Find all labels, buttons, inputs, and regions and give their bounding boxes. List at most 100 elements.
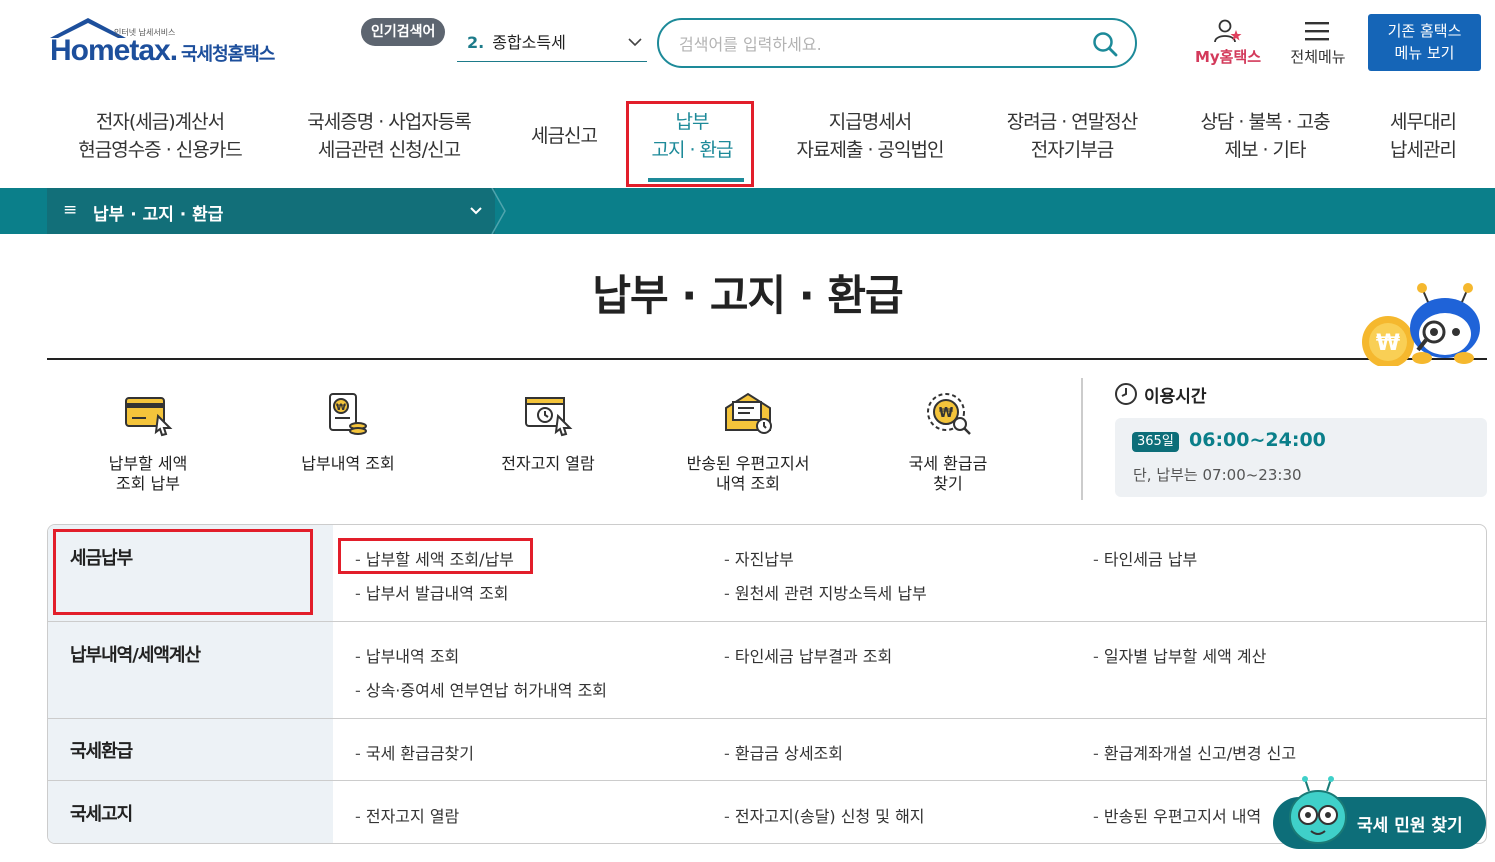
card-icon — [125, 397, 173, 437]
gnb-item-tax-return[interactable]: 세금신고 — [518, 122, 610, 150]
title-divider — [47, 358, 1487, 360]
gnb-item-consult[interactable]: 상담 · 불복 · 고충 제보 · 기타 — [1188, 108, 1342, 164]
gnb-line1: 상담 · 불복 · 고충 — [1200, 111, 1330, 133]
hours-box: 365일 06:00~24:00 단, 납부는 07:00~23:30 — [1115, 418, 1487, 497]
hours-note: 단, 납부는 07:00~23:30 — [1133, 466, 1302, 484]
row-header: 납부내역/세액계산 — [48, 622, 333, 718]
quick-label-line1: 반송된 우편고지서 — [686, 454, 810, 473]
link-bill-issue-history[interactable]: 납부서 발급내역 조회 — [355, 580, 509, 604]
full-menu-button[interactable]: 전체메뉴 — [1282, 18, 1354, 68]
gnb-line2: 자료제출 · 공익법인 — [796, 139, 945, 161]
link-installment-history[interactable]: 상속·증여세 연부연납 허가내역 조회 — [355, 677, 607, 701]
sub-navigation-bar: ≡ 납부 · 고지 · 환급 — [0, 188, 1495, 234]
link-daily-tax-calc[interactable]: 일자별 납부할 세액 계산 — [1093, 643, 1266, 667]
link-payment-history[interactable]: 납부내역 조회 — [355, 643, 459, 667]
popular-rank: 2. — [467, 33, 485, 52]
gnb-item-tax-agent[interactable]: 세무대리 납세관리 — [1378, 108, 1468, 164]
menu-table: 세금납부 납부할 세액 조회/납부 자진납부 타인세금 납부 납부서 발급내역 … — [47, 524, 1487, 844]
quick-label-line1: 납부내역 조회 — [301, 454, 395, 473]
row-title: 납부내역/세액계산 — [70, 645, 201, 666]
header: 인터넷 납세서비스 Hometax. 국세청홈택스 인기검색어 2. 종합소득세 … — [0, 0, 1495, 90]
gnb-item-statement[interactable]: 지급명세서 자료제출 · 공익법인 — [784, 108, 956, 164]
link-e-notice-apply[interactable]: 전자고지(송달) 신청 및 해지 — [724, 803, 925, 827]
gnb-item-payment[interactable]: 납부 고지 · 환급 — [632, 108, 752, 182]
old-menu-line2: 메뉴 보기 — [1394, 44, 1455, 62]
menu-row-tax-payment: 세금납부 납부할 세액 조회/납부 자진납부 타인세금 납부 납부서 발급내역 … — [48, 525, 1486, 622]
logo-sub-text: 국세청홈택스 — [181, 44, 275, 65]
gnb-line1: 세무대리 — [1390, 111, 1457, 133]
hours-badge: 365일 — [1132, 432, 1179, 452]
search-icon[interactable] — [1091, 30, 1119, 58]
hours-title: 이용시간 — [1144, 387, 1207, 407]
menu-row-notice: 국세고지 전자고지 열람 전자고지(송달) 신청 및 해지 반송된 우편고지서 … — [48, 781, 1486, 843]
quick-menu-payment-history[interactable]: ₩ 납부내역 조회 — [273, 390, 423, 474]
gnb-item-incentive[interactable]: 장려금 · 연말정산 전자기부금 — [996, 108, 1148, 164]
quick-label-line2: 찾기 — [933, 474, 963, 493]
active-underline — [648, 178, 744, 182]
hours-time: 06:00~24:00 — [1189, 429, 1326, 451]
receipt-icon: ₩ — [329, 393, 367, 435]
gnb-line2: 전자기부금 — [1030, 139, 1114, 161]
main-navigation: 전자(세금)계산서 현금영수증 · 신용카드 국세증명 · 사업자등록 세금관련… — [0, 100, 1495, 188]
svg-text:₩: ₩ — [939, 406, 954, 421]
page-title: 납부 · 고지 · 환급 — [592, 271, 903, 320]
gnb-line1: 전자(세금)계산서 — [95, 111, 225, 133]
link-find-refund[interactable]: 국세 환급금찾기 — [355, 740, 474, 764]
lnb-dropdown[interactable]: ≡ 납부 · 고지 · 환급 — [47, 188, 495, 234]
row-header: 국세환급 — [48, 719, 333, 780]
chevron-down-icon — [628, 38, 642, 47]
old-menu-button[interactable]: 기존 홈택스 메뉴 보기 — [1368, 14, 1481, 71]
link-other-payment-result[interactable]: 타인세금 납부결과 조회 — [724, 643, 892, 667]
envelope-icon — [725, 392, 772, 434]
gnb-line2: 현금영수증 · 신용카드 — [78, 139, 242, 161]
row-title: 국세환급 — [70, 741, 133, 762]
svg-text:₩: ₩ — [1376, 331, 1400, 356]
lnb-label: 납부 · 고지 · 환급 — [93, 205, 224, 225]
user-star-icon — [1214, 19, 1242, 43]
quick-menu-find-refund[interactable]: ₩ 국세 환급금 찾기 — [873, 390, 1023, 494]
mascot-icon — [1289, 776, 1347, 844]
mascot-illustration: ₩ — [1362, 283, 1480, 366]
gnb-line2: 세금관련 신청/신고 — [317, 139, 461, 161]
my-hometax-button[interactable]: My홈택스 — [1188, 18, 1268, 68]
tax-service-finder-button[interactable]: 국세 민원 찾기 — [1273, 776, 1486, 849]
link-pay-tax-lookup[interactable]: 납부할 세액 조회/납부 — [355, 546, 514, 570]
link-self-payment[interactable]: 자진납부 — [724, 546, 794, 570]
search-input[interactable] — [679, 32, 1079, 56]
link-refund-account[interactable]: 환급계좌개설 신고/변경 신고 — [1093, 740, 1296, 764]
clock-icon — [1115, 383, 1137, 405]
old-menu-line1: 기존 홈택스 — [1387, 22, 1462, 40]
popular-search-select[interactable]: 2. 종합소득세 — [457, 24, 647, 62]
gnb-item-einvoice[interactable]: 전자(세금)계산서 현금영수증 · 신용카드 — [70, 108, 250, 164]
gnb-line1: 장려금 · 연말정산 — [1006, 111, 1138, 133]
logo-main-text: Hometax. — [50, 34, 178, 67]
link-e-notice-view[interactable]: 전자고지 열람 — [355, 803, 459, 827]
gnb-line2: 납세관리 — [1390, 139, 1457, 161]
gnb-line1: 세금신고 — [531, 125, 598, 147]
quick-label-line2: 내역 조회 — [716, 474, 780, 493]
gnb-line1: 국세증명 · 사업자등록 — [307, 111, 471, 133]
quick-menu-e-notice[interactable]: 전자고지 열람 — [473, 390, 623, 474]
link-local-income-tax[interactable]: 원천세 관련 지방소득세 납부 — [724, 580, 927, 604]
breadcrumb-separator-icon — [491, 188, 506, 234]
vertical-divider — [1081, 378, 1083, 500]
quick-label-line1: 납부할 세액 — [108, 454, 188, 473]
float-button-label: 국세 민원 찾기 — [1357, 816, 1463, 836]
link-refund-detail[interactable]: 환급금 상세조회 — [724, 740, 843, 764]
link-other-tax-payment[interactable]: 타인세금 납부 — [1093, 546, 1197, 570]
full-menu-label: 전체메뉴 — [1290, 48, 1346, 66]
row-header: 세금납부 — [48, 525, 333, 621]
quick-label-line2: 조회 납부 — [116, 474, 180, 493]
row-title: 세금납부 — [70, 548, 133, 569]
quick-menu-returned-notice[interactable]: 반송된 우편고지서 내역 조회 — [673, 390, 823, 494]
refund-search-icon: ₩ — [927, 393, 971, 435]
quick-menu-pay-tax[interactable]: 납부할 세액 조회 납부 — [73, 390, 223, 494]
hometax-logo[interactable]: 인터넷 납세서비스 Hometax. 국세청홈택스 — [48, 16, 293, 76]
gnb-item-certificate[interactable]: 국세증명 · 사업자등록 세금관련 신청/신고 — [298, 108, 480, 164]
gnb-line1: 지급명세서 — [828, 111, 912, 133]
svg-text:₩: ₩ — [336, 403, 346, 413]
menu-row-refund: 국세환급 국세 환급금찾기 환급금 상세조회 환급계좌개설 신고/변경 신고 — [48, 719, 1486, 781]
gnb-line2: 제보 · 기타 — [1224, 139, 1306, 161]
clock-mail-icon — [525, 397, 573, 437]
link-returned-notice[interactable]: 반송된 우편고지서 내역 — [1093, 803, 1261, 827]
